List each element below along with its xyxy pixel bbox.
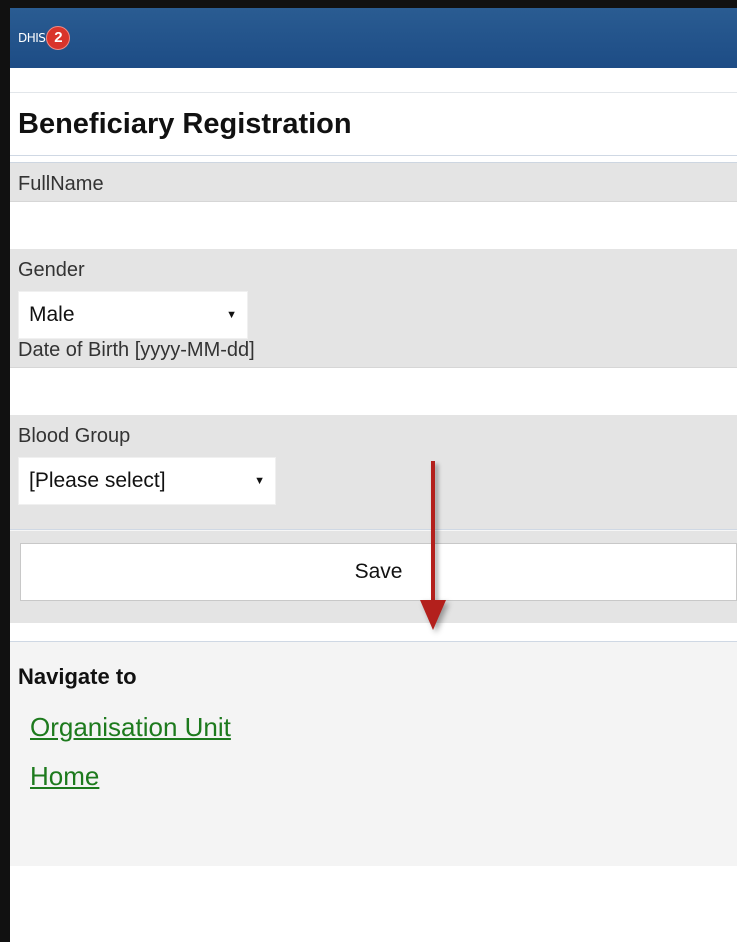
- logo-text: DHIS: [18, 31, 46, 45]
- page-title: Beneficiary Registration: [18, 107, 352, 140]
- save-area: Save: [10, 530, 737, 623]
- dhis2-logo[interactable]: DHIS 2: [18, 26, 71, 50]
- window-frame-top: [0, 0, 737, 8]
- gender-selected-value: Male: [29, 303, 75, 326]
- title-bar: Beneficiary Registration: [10, 92, 737, 156]
- navigate-to-heading: Navigate to: [18, 664, 137, 689]
- logo-badge: 2: [46, 26, 71, 50]
- window-frame-left: [0, 0, 10, 942]
- fullname-input[interactable]: [10, 201, 737, 249]
- blood-group-selected-value: [Please select]: [29, 469, 166, 492]
- chevron-down-icon: ▼: [254, 475, 265, 487]
- blood-group-select-wrap: [Please select] ▼: [10, 453, 737, 509]
- blood-group-label: Blood Group: [18, 425, 131, 447]
- gender-label: Gender: [18, 259, 85, 281]
- form-divider: [10, 509, 737, 530]
- annotation-arrow-shaft: [431, 461, 435, 603]
- link-organisation-unit[interactable]: Organisation Unit: [30, 712, 737, 743]
- fullname-block: FullName: [10, 163, 737, 249]
- link-home[interactable]: Home: [30, 761, 737, 792]
- blood-group-select[interactable]: [Please select] ▼: [18, 457, 276, 505]
- app-container: DHIS 2 Beneficiary Registration FullName…: [10, 8, 737, 942]
- dob-block: Date of Birth [yyyy-MM-dd]: [10, 329, 737, 415]
- annotation-arrow-head: [420, 600, 446, 630]
- chevron-down-icon: ▼: [226, 309, 237, 321]
- registration-form: FullName Gender Male ▼ Date of Birth [yy…: [10, 162, 737, 623]
- navigation-section: Navigate to Organisation Unit Home: [10, 641, 737, 866]
- blood-group-block: Blood Group [Please select] ▼: [10, 415, 737, 530]
- gender-select[interactable]: Male ▼: [18, 291, 248, 339]
- dob-input[interactable]: [10, 367, 737, 415]
- save-button[interactable]: Save: [20, 543, 737, 601]
- app-header: DHIS 2: [10, 8, 737, 68]
- fullname-label: FullName: [18, 173, 104, 195]
